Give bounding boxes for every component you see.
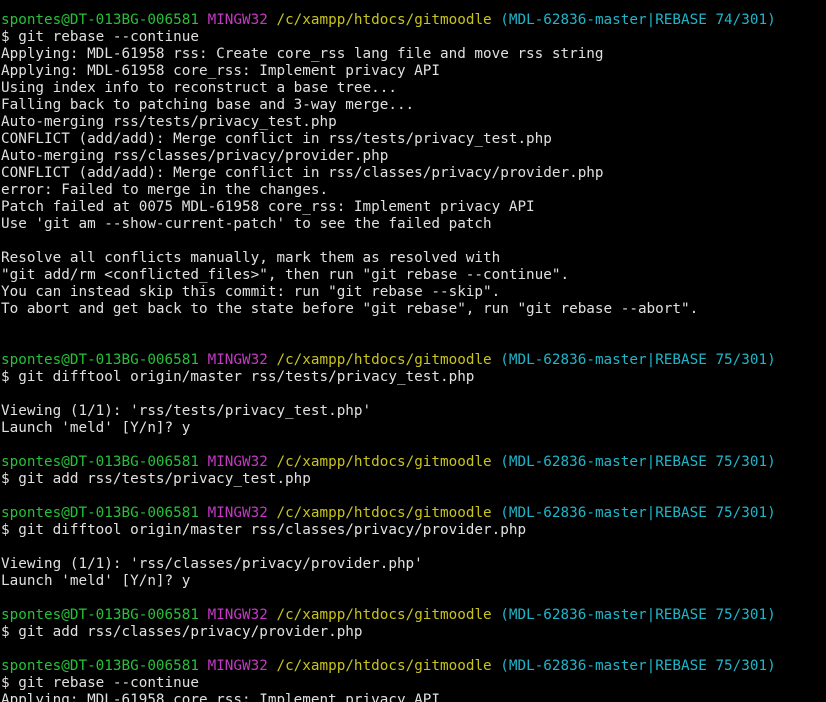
output-text: Viewing (1/1): 'rss/tests/privacy_test.p… <box>1 403 372 419</box>
output-text: Launch 'meld' [Y/n]? y <box>1 420 191 436</box>
prompt-path: /c/xampp/htdocs/gitmoodle <box>276 658 492 674</box>
command-line: $ git rebase --continue <box>1 29 826 46</box>
prompt-env: MINGW32 <box>207 505 268 521</box>
prompt-path: /c/xampp/htdocs/gitmoodle <box>276 454 492 470</box>
prompt-line: spontes@DT-013BG-006581 MINGW32 /c/xampp… <box>1 505 826 522</box>
prompt-line: spontes@DT-013BG-006581 MINGW32 /c/xampp… <box>1 454 826 471</box>
output-text: error: Failed to merge in the changes. <box>1 182 329 198</box>
output-text: Use 'git am --show-current-patch' to see… <box>1 216 492 232</box>
output-text: You can instead skip this commit: run "g… <box>1 284 501 300</box>
output-text: Patch failed at 0075 MDL-61958 core_rss:… <box>1 199 535 215</box>
command-text: $ git difftool origin/master rss/tests/p… <box>1 369 475 385</box>
output-text: Falling back to patching base and 3-way … <box>1 97 415 113</box>
output-line: Using index info to reconstruct a base t… <box>1 80 826 97</box>
output-text: Applying: MDL-61958 core_rss: Implement … <box>1 63 440 79</box>
prompt-env: MINGW32 <box>207 352 268 368</box>
output-line: Use 'git am --show-current-patch' to see… <box>1 216 826 233</box>
output-text: CONFLICT (add/add): Merge conflict in rs… <box>1 165 604 181</box>
terminal-output[interactable]: spontes@DT-013BG-006581 MINGW32 /c/xampp… <box>0 0 826 702</box>
prompt-branch: (MDL-62836-master|REBASE 75/301) <box>500 505 776 521</box>
output-text: Using index info to reconstruct a base t… <box>1 80 397 96</box>
prompt-env: MINGW32 <box>207 607 268 623</box>
output-line: Applying: MDL-61958 rss: Create core_rss… <box>1 46 826 63</box>
prompt-env: MINGW32 <box>207 454 268 470</box>
output-line: CONFLICT (add/add): Merge conflict in rs… <box>1 131 826 148</box>
command-line: $ git add rss/classes/privacy/provider.p… <box>1 624 826 641</box>
output-text: Applying: MDL-61958 core_rss: Implement … <box>1 692 440 702</box>
command-text: $ git difftool origin/master rss/classes… <box>1 522 527 538</box>
output-line: To abort and get back to the state befor… <box>1 301 826 318</box>
command-text: $ git add rss/classes/privacy/provider.p… <box>1 624 363 640</box>
output-line: "git add/rm <conflicted_files>", then ru… <box>1 267 826 284</box>
prompt-env: MINGW32 <box>207 12 268 28</box>
prompt-branch: (MDL-62836-master|REBASE 74/301) <box>500 12 776 28</box>
prompt-path: /c/xampp/htdocs/gitmoodle <box>276 352 492 368</box>
command-text: $ git add rss/tests/privacy_test.php <box>1 471 311 487</box>
output-text: To abort and get back to the state befor… <box>1 301 699 317</box>
output-text: CONFLICT (add/add): Merge conflict in rs… <box>1 131 552 147</box>
output-line: Resolve all conflicts manually, mark the… <box>1 250 826 267</box>
prompt-env: MINGW32 <box>207 658 268 674</box>
command-line: $ git difftool origin/master rss/tests/p… <box>1 369 826 386</box>
output-text: Auto-merging rss/tests/privacy_test.php <box>1 114 337 130</box>
output-line: Auto-merging rss/tests/privacy_test.php <box>1 114 826 131</box>
prompt-branch: (MDL-62836-master|REBASE 75/301) <box>500 658 776 674</box>
output-text: Resolve all conflicts manually, mark the… <box>1 250 501 266</box>
prompt-branch: (MDL-62836-master|REBASE 75/301) <box>500 454 776 470</box>
command-line: $ git add rss/tests/privacy_test.php <box>1 471 826 488</box>
command-line: $ git rebase --continue <box>1 675 826 692</box>
prompt-line: spontes@DT-013BG-006581 MINGW32 /c/xampp… <box>1 352 826 369</box>
prompt-user-host: spontes@DT-013BG-006581 <box>1 12 199 28</box>
prompt-line: spontes@DT-013BG-006581 MINGW32 /c/xampp… <box>1 12 826 29</box>
output-text: Viewing (1/1): 'rss/classes/privacy/prov… <box>1 556 423 572</box>
output-line: error: Failed to merge in the changes. <box>1 182 826 199</box>
output-line: Launch 'meld' [Y/n]? y <box>1 420 826 437</box>
output-line: Applying: MDL-61958 core_rss: Implement … <box>1 692 826 702</box>
prompt-user-host: spontes@DT-013BG-006581 <box>1 454 199 470</box>
command-line: $ git difftool origin/master rss/classes… <box>1 522 826 539</box>
prompt-line: spontes@DT-013BG-006581 MINGW32 /c/xampp… <box>1 658 826 675</box>
prompt-user-host: spontes@DT-013BG-006581 <box>1 505 199 521</box>
prompt-path: /c/xampp/htdocs/gitmoodle <box>276 505 492 521</box>
output-line: Auto-merging rss/classes/privacy/provide… <box>1 148 826 165</box>
command-text: $ git rebase --continue <box>1 675 199 691</box>
output-text: Applying: MDL-61958 rss: Create core_rss… <box>1 46 604 62</box>
prompt-line: spontes@DT-013BG-006581 MINGW32 /c/xampp… <box>1 607 826 624</box>
output-line: You can instead skip this commit: run "g… <box>1 284 826 301</box>
output-line: Patch failed at 0075 MDL-61958 core_rss:… <box>1 199 826 216</box>
prompt-path: /c/xampp/htdocs/gitmoodle <box>276 607 492 623</box>
output-line: Viewing (1/1): 'rss/classes/privacy/prov… <box>1 556 826 573</box>
command-text: $ git rebase --continue <box>1 29 199 45</box>
output-text: Auto-merging rss/classes/privacy/provide… <box>1 148 389 164</box>
output-line: Applying: MDL-61958 core_rss: Implement … <box>1 63 826 80</box>
prompt-branch: (MDL-62836-master|REBASE 75/301) <box>500 607 776 623</box>
prompt-user-host: spontes@DT-013BG-006581 <box>1 352 199 368</box>
output-line: CONFLICT (add/add): Merge conflict in rs… <box>1 165 826 182</box>
prompt-branch: (MDL-62836-master|REBASE 75/301) <box>500 352 776 368</box>
output-text: Launch 'meld' [Y/n]? y <box>1 573 191 589</box>
output-line: Viewing (1/1): 'rss/tests/privacy_test.p… <box>1 403 826 420</box>
output-text: "git add/rm <conflicted_files>", then ru… <box>1 267 570 283</box>
output-line: Falling back to patching base and 3-way … <box>1 97 826 114</box>
prompt-user-host: spontes@DT-013BG-006581 <box>1 658 199 674</box>
prompt-path: /c/xampp/htdocs/gitmoodle <box>276 12 492 28</box>
output-line: Launch 'meld' [Y/n]? y <box>1 573 826 590</box>
prompt-user-host: spontes@DT-013BG-006581 <box>1 607 199 623</box>
